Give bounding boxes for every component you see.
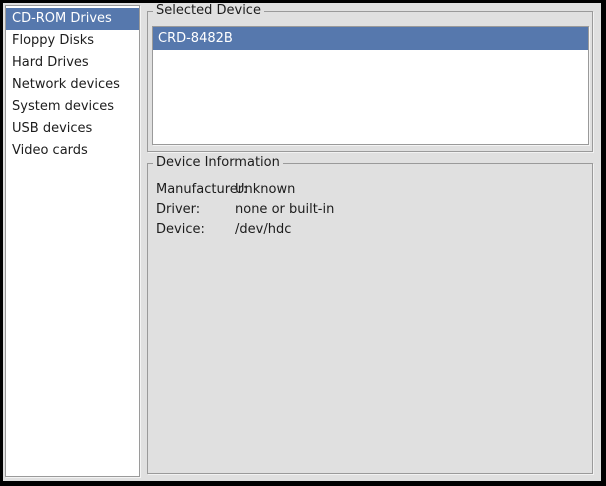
selected-device-frame-title: Selected Device: [153, 3, 264, 19]
device-information-fields: Manufacturer:UnknownDriver:none or built…: [156, 180, 584, 240]
sidebar-item-floppy-disks[interactable]: Floppy Disks: [6, 30, 139, 52]
sidebar-item-usb-devices[interactable]: USB devices: [6, 118, 139, 140]
sidebar-item-system-devices[interactable]: System devices: [6, 96, 139, 118]
sidebar-item-video-cards[interactable]: Video cards: [6, 140, 139, 162]
device-list[interactable]: CRD-8482B: [152, 26, 589, 145]
device-information-frame: Device Information Manufacturer:UnknownD…: [147, 163, 593, 474]
sidebar-item-hard-drives[interactable]: Hard Drives: [6, 52, 139, 74]
info-value-manufacturer: Unknown: [235, 180, 584, 200]
info-label-driver: Driver:: [156, 200, 235, 220]
info-label-device: Device:: [156, 220, 235, 240]
category-list[interactable]: CD-ROM DrivesFloppy DisksHard DrivesNetw…: [5, 5, 140, 477]
sidebar-item-cd-rom-drives[interactable]: CD-ROM Drives: [6, 8, 139, 30]
info-label-manufacturer: Manufacturer:: [156, 180, 235, 200]
device-information-frame-title: Device Information: [153, 155, 283, 171]
hardware-browser-window: CD-ROM DrivesFloppy DisksHard DrivesNetw…: [0, 0, 606, 486]
info-value-driver: none or built-in: [235, 200, 584, 220]
selected-device-frame: Selected Device CRD-8482B: [147, 11, 593, 152]
info-value-device: /dev/hdc: [235, 220, 584, 240]
sidebar-item-network-devices[interactable]: Network devices: [6, 74, 139, 96]
device-item-crd-8482b[interactable]: CRD-8482B: [153, 27, 588, 50]
